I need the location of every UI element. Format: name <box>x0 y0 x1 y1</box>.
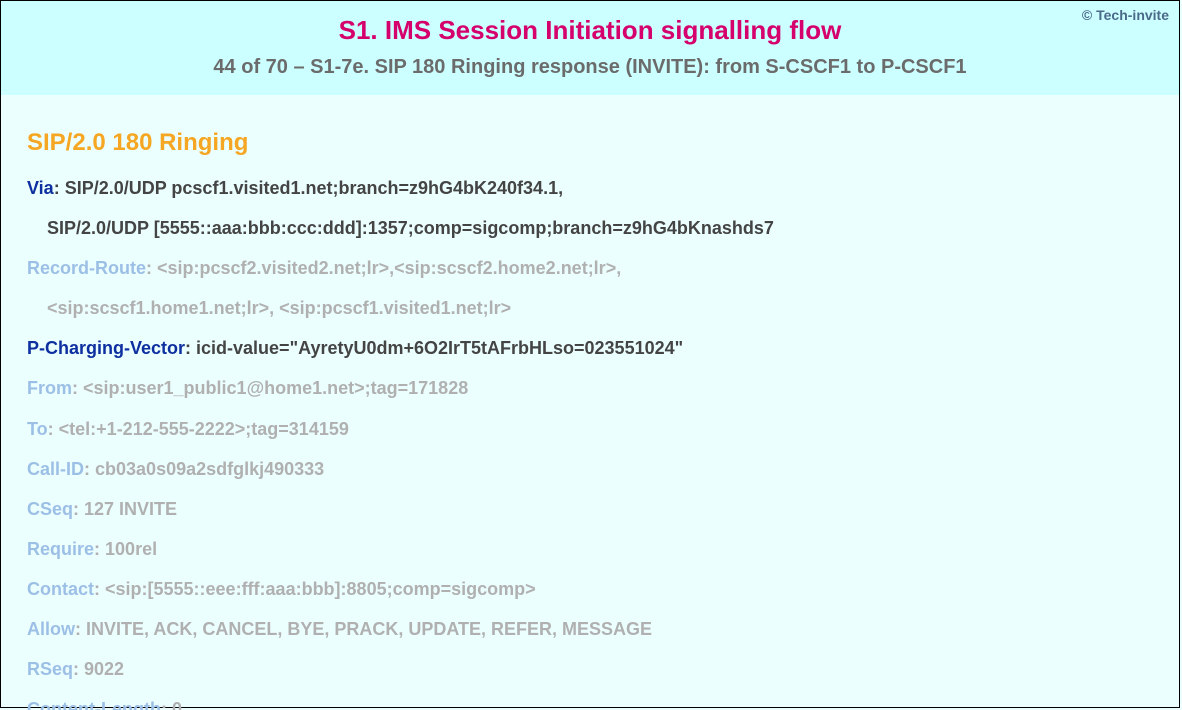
header-name-to: To <box>27 419 48 439</box>
header-value-record-route-1: <sip:pcscf2.visited2.net;lr>,<sip:scscf2… <box>157 258 621 278</box>
copyright-text: © Tech-invite <box>1082 7 1169 23</box>
header-via: Via: SIP/2.0/UDP pcscf1.visited1.net;bra… <box>27 175 1153 201</box>
header-name-record-route: Record-Route <box>27 258 146 278</box>
header-allow: Allow: INVITE, ACK, CANCEL, BYE, PRACK, … <box>27 616 1153 642</box>
header-value-record-route-2: <sip:scscf1.home1.net;lr>, <sip:pcscf1.v… <box>47 298 511 318</box>
header-value-require: 100rel <box>105 539 157 559</box>
header-name-from: From <box>27 378 72 398</box>
header-bar: © Tech-invite S1. IMS Session Initiation… <box>1 1 1179 95</box>
page-title: S1. IMS Session Initiation signalling fl… <box>1 15 1179 46</box>
header-require: Require: 100rel <box>27 536 1153 562</box>
header-value-to: <tel:+1-212-555-2222>;tag=314159 <box>59 419 349 439</box>
header-content-length: Content-Length: 0 <box>27 696 1153 710</box>
header-name-content-length: Content-Length <box>27 699 161 710</box>
header-name-call-id: Call-ID <box>27 459 84 479</box>
header-from: From: <sip:user1_public1@home1.net>;tag=… <box>27 375 1153 401</box>
header-p-charging-vector: P-Charging-Vector: icid-value="AyretyU0d… <box>27 335 1153 361</box>
page-container: © Tech-invite S1. IMS Session Initiation… <box>0 0 1180 708</box>
sip-message-body: SIP/2.0 180 Ringing Via: SIP/2.0/UDP pcs… <box>1 95 1179 710</box>
header-value-via-2: SIP/2.0/UDP [5555::aaa:bbb:ccc:ddd]:1357… <box>47 218 774 238</box>
header-call-id: Call-ID: cb03a0s09a2sdfglkj490333 <box>27 456 1153 482</box>
sip-status-line: SIP/2.0 180 Ringing <box>27 129 1153 157</box>
header-name-pcv: P-Charging-Vector <box>27 338 185 358</box>
header-name-require: Require <box>27 539 94 559</box>
header-record-route: Record-Route: <sip:pcscf2.visited2.net;l… <box>27 255 1153 281</box>
header-value-content-length: 0 <box>172 699 182 710</box>
header-value-cseq: 127 INVITE <box>84 499 177 519</box>
header-name-via: Via <box>27 178 54 198</box>
header-via-cont: SIP/2.0/UDP [5555::aaa:bbb:ccc:ddd]:1357… <box>47 215 1153 241</box>
page-subtitle: 44 of 70 – S1-7e. SIP 180 Ringing respon… <box>1 56 1179 79</box>
header-value-pcv: icid-value="AyretyU0dm+6O2IrT5tAFrbHLso=… <box>196 338 683 358</box>
header-value-rseq: 9022 <box>84 659 124 679</box>
header-value-via-1: SIP/2.0/UDP pcscf1.visited1.net;branch=z… <box>65 178 563 198</box>
header-contact: Contact: <sip:[5555::eee:fff:aaa:bbb]:88… <box>27 576 1153 602</box>
header-value-contact: <sip:[5555::eee:fff:aaa:bbb]:8805;comp=s… <box>105 579 536 599</box>
header-value-allow: INVITE, ACK, CANCEL, BYE, PRACK, UPDATE,… <box>86 619 652 639</box>
header-name-contact: Contact <box>27 579 94 599</box>
header-value-from: <sip:user1_public1@home1.net>;tag=171828 <box>83 378 468 398</box>
header-value-call-id: cb03a0s09a2sdfglkj490333 <box>95 459 324 479</box>
header-record-route-cont: <sip:scscf1.home1.net;lr>, <sip:pcscf1.v… <box>47 295 1153 321</box>
header-cseq: CSeq: 127 INVITE <box>27 496 1153 522</box>
header-name-cseq: CSeq <box>27 499 73 519</box>
header-name-rseq: RSeq <box>27 659 73 679</box>
header-rseq: RSeq: 9022 <box>27 656 1153 682</box>
header-name-allow: Allow <box>27 619 75 639</box>
header-to: To: <tel:+1-212-555-2222>;tag=314159 <box>27 416 1153 442</box>
